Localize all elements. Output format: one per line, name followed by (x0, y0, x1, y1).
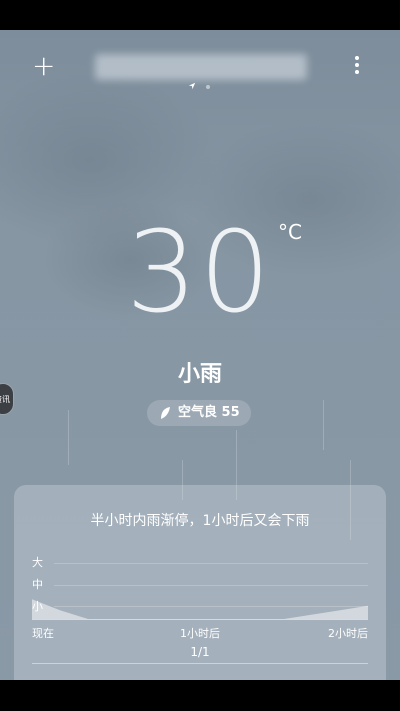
card-page-indicator: 1/1 (190, 645, 210, 659)
precipitation-card[interactable]: 半小时内雨渐停，1小时后又会下雨 大 中 小 现在 1小时后 2小时后 1/1 (14, 485, 386, 680)
rain-streak (68, 410, 69, 465)
level-heavy: 大 (32, 556, 43, 569)
precipitation-chart (32, 599, 368, 619)
news-side-handle[interactable]: 资讯 (0, 383, 14, 415)
leaf-icon (161, 407, 170, 419)
weather-screen: + 30 °C 小雨 空气良 55 资讯 半小时内雨渐停，1小时后又会下雨 大 … (0, 30, 400, 680)
page-dot (206, 85, 210, 89)
air-quality-badge[interactable]: 空气良 55 (147, 400, 251, 426)
location-arrow-icon (188, 82, 196, 90)
tick-2h: 2小时后 (328, 627, 368, 640)
rain-intensity-area (32, 599, 368, 619)
dot-icon (355, 70, 359, 74)
tick-now: 现在 (32, 627, 54, 640)
air-quality-label: 空气良 55 (178, 405, 240, 420)
dot-icon (355, 63, 359, 67)
temperature-unit: °C (278, 220, 302, 244)
tick-1h: 1小时后 (180, 627, 220, 640)
dot-icon (355, 56, 359, 60)
precipitation-summary: 半小时内雨渐停，1小时后又会下雨 (90, 513, 310, 529)
rain-streak (323, 400, 324, 450)
city-name[interactable] (95, 54, 307, 80)
card-divider (32, 663, 368, 664)
chart-baseline (32, 619, 368, 620)
current-temperature: 30 (126, 208, 273, 338)
add-city-button[interactable]: + (32, 52, 55, 80)
weather-condition: 小雨 (177, 362, 222, 387)
more-options-button[interactable] (350, 56, 364, 78)
gridline (54, 563, 368, 564)
